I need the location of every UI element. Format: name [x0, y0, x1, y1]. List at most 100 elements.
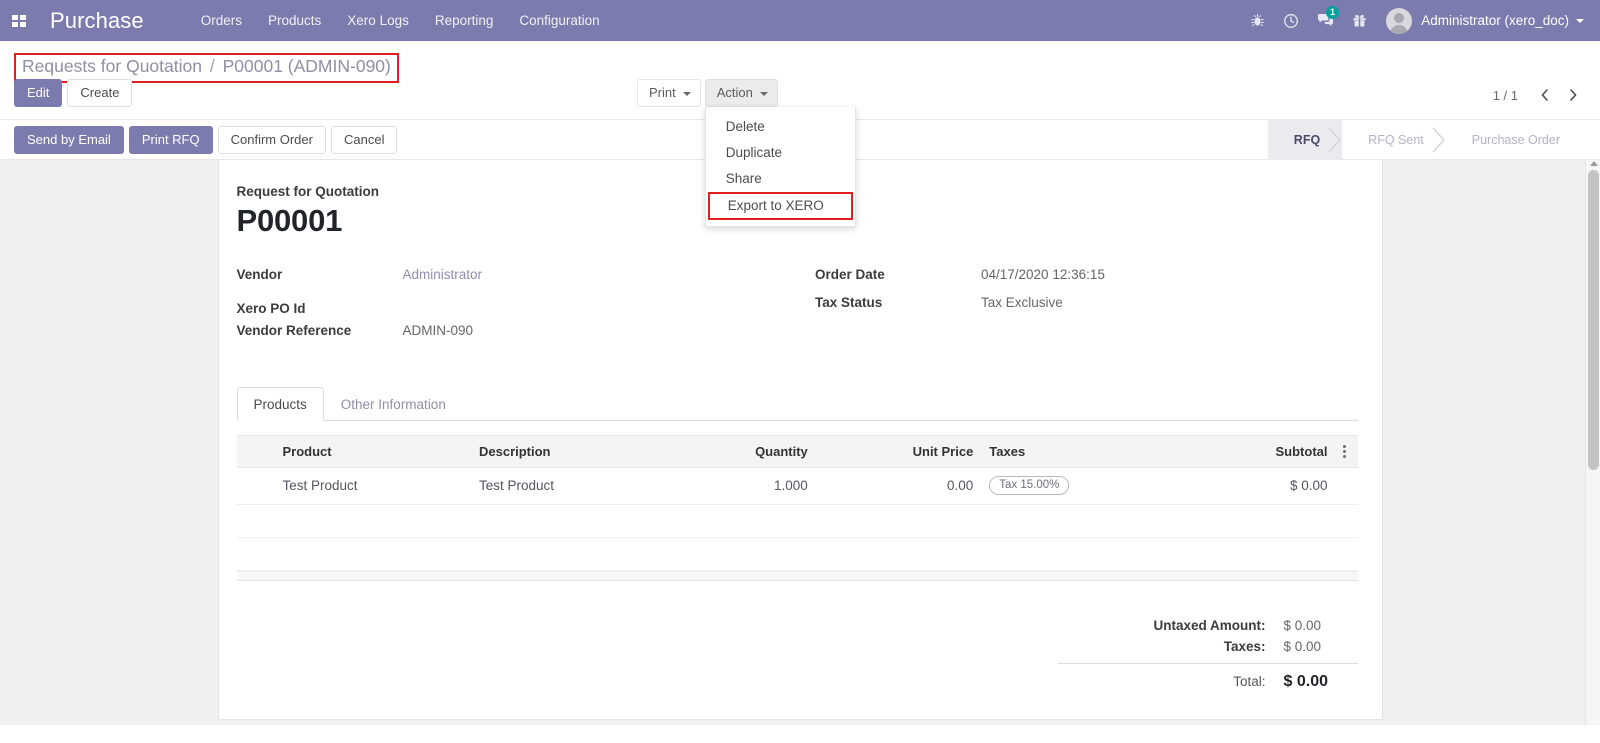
empty-cell: [236, 537, 1358, 571]
navbar-right-tools: 1 Administrator (xero_doc): [1240, 0, 1590, 41]
field-xero-po-id: Xero PO Id: [237, 295, 798, 317]
column-header-taxes[interactable]: Taxes: [981, 435, 1189, 468]
action-dropdown-button[interactable]: Action: [704, 79, 778, 107]
app-brand-purchase[interactable]: Purchase: [50, 8, 144, 34]
statusbar-steps: RFQ RFQ Sent Purchase Order: [1267, 119, 1600, 160]
main-menu: Orders Products Xero Logs Reporting Conf…: [188, 0, 613, 41]
print-action-group: Print Action Delete Duplicate Share Expo…: [637, 79, 856, 227]
print-dropdown-button[interactable]: Print: [637, 79, 701, 107]
totals-label: Untaxed Amount:: [1153, 618, 1266, 633]
menu-item-reporting[interactable]: Reporting: [422, 0, 507, 41]
scroll-up-arrow-icon[interactable]: [1590, 161, 1598, 166]
form-content-area: Request for Quotation P00001 Vendor Admi…: [0, 160, 1600, 725]
status-step-rfq[interactable]: RFQ: [1267, 119, 1343, 160]
totals-row-untaxed-amount: Untaxed Amount: $ 0.00: [1058, 615, 1358, 636]
column-header-quantity[interactable]: Quantity: [667, 435, 816, 468]
notebook-tabs: Products Other Information: [236, 387, 1358, 421]
lines-bottom-band: [236, 571, 1358, 581]
chevron-down-icon: [759, 91, 768, 96]
totals-row-taxes: Taxes: $ 0.00: [1058, 636, 1358, 657]
totals-block: Untaxed Amount: $ 0.00 Taxes: $ 0.00 Tot…: [237, 615, 1358, 694]
optional-columns-toggle[interactable]: [1335, 435, 1358, 468]
send-by-email-button[interactable]: Send by Email: [14, 125, 124, 154]
column-header-unit-price[interactable]: Unit Price: [815, 435, 982, 468]
form-column-right: Order Date 04/17/2020 12:36:15 Tax Statu…: [797, 267, 1358, 351]
edit-button[interactable]: Edit: [14, 79, 63, 107]
pager-next-button[interactable]: [1560, 84, 1586, 106]
debug-bug-icon[interactable]: [1240, 0, 1274, 41]
top-navbar: Purchase Orders Products Xero Logs Repor…: [0, 0, 1600, 41]
breadcrumb-root-link[interactable]: Requests for Quotation: [22, 56, 202, 76]
field-value-tax-status[interactable]: Tax Exclusive: [981, 295, 1063, 310]
print-label: Print: [649, 85, 676, 100]
apps-grid-icon[interactable]: [6, 0, 32, 41]
action-label: Action: [716, 85, 753, 100]
column-header-product[interactable]: Product: [274, 435, 471, 468]
breadcrumb-row: Requests for Quotation / P00001 (ADMIN-0…: [0, 41, 1600, 83]
field-label: Order Date: [815, 267, 885, 282]
field-order-date: Order Date 04/17/2020 12:36:15: [815, 267, 1358, 289]
tab-products[interactable]: Products: [236, 387, 324, 421]
menu-item-xero-logs[interactable]: Xero Logs: [334, 0, 422, 41]
field-value-order-date[interactable]: 04/17/2020 12:36:15: [981, 267, 1105, 282]
chevron-down-icon: [1576, 18, 1584, 23]
action-menu-item-share[interactable]: Share: [706, 166, 855, 192]
cancel-button[interactable]: Cancel: [330, 125, 398, 154]
chevron-down-icon: [682, 91, 691, 96]
scrollbar-thumb[interactable]: [1588, 170, 1599, 470]
pager-value: 1 / 1: [1492, 87, 1518, 103]
tax-badge: Tax 15.00%: [989, 476, 1070, 495]
user-name-label: Administrator (xero_doc): [1421, 13, 1569, 28]
cell-unit-price[interactable]: 0.00: [815, 467, 982, 505]
clock-icon[interactable]: [1274, 0, 1308, 41]
field-value-vendor-reference[interactable]: ADMIN-090: [403, 323, 474, 338]
status-step-rfq-sent[interactable]: RFQ Sent: [1342, 120, 1446, 160]
menu-item-orders[interactable]: Orders: [188, 0, 255, 41]
action-dropdown-wrap: Action Delete Duplicate Share Export to …: [704, 79, 856, 227]
totals-value: $ 0.00: [1283, 673, 1328, 690]
print-rfq-button[interactable]: Print RFQ: [128, 125, 213, 154]
status-step-label: RFQ: [1293, 132, 1321, 147]
user-avatar: [1386, 7, 1413, 34]
table-header-row: Product Description Quantity Unit Price …: [236, 435, 1358, 468]
record-sheet: Request for Quotation P00001 Vendor Admi…: [217, 160, 1383, 720]
user-menu[interactable]: Administrator (xero_doc): [1376, 0, 1590, 41]
cell-taxes[interactable]: Tax 15.00%: [981, 467, 1189, 505]
order-lines-table: Product Description Quantity Unit Price …: [236, 435, 1358, 571]
pager-previous-button[interactable]: [1532, 84, 1558, 106]
action-menu-item-export-to-xero[interactable]: Export to XERO: [707, 192, 853, 220]
gift-icon[interactable]: [1342, 0, 1376, 41]
action-menu-item-delete[interactable]: Delete: [706, 114, 855, 140]
field-vendor: Vendor Administrator: [237, 267, 798, 289]
messages-icon[interactable]: 1: [1308, 0, 1342, 41]
vertical-scrollbar[interactable]: [1585, 160, 1600, 725]
field-value-vendor[interactable]: Administrator: [403, 267, 483, 282]
table-empty-row: [236, 504, 1358, 538]
cell-quantity[interactable]: 1.000: [667, 467, 816, 505]
breadcrumb-separator: /: [209, 56, 215, 76]
table-row[interactable]: Test Product Test Product 1.000 0.00 Tax…: [236, 467, 1358, 505]
statusbar-action-buttons: Send by Email Print RFQ Confirm Order Ca…: [14, 125, 398, 154]
cell-subtotal: $ 0.00: [1188, 467, 1336, 505]
menu-item-configuration[interactable]: Configuration: [506, 0, 612, 41]
column-header-subtotal[interactable]: Subtotal: [1188, 435, 1336, 468]
control-panel-buttons: Edit Create Print Action Delete Duplicat…: [0, 79, 1600, 227]
status-step-label: RFQ Sent: [1368, 132, 1424, 147]
totals-row-total: Total: $ 0.00: [1057, 663, 1358, 694]
row-drag-handle[interactable]: [236, 467, 275, 505]
column-header-description[interactable]: Description: [470, 435, 668, 468]
table-empty-row: [236, 537, 1358, 571]
form-column-left: Vendor Administrator Xero PO Id Vendor R…: [237, 267, 798, 351]
action-menu-item-duplicate[interactable]: Duplicate: [706, 140, 855, 166]
status-step-purchase-order[interactable]: Purchase Order: [1446, 120, 1582, 160]
tab-other-information[interactable]: Other Information: [324, 387, 463, 421]
create-button[interactable]: Create: [67, 79, 133, 107]
chevron-right-icon: [1432, 127, 1445, 152]
confirm-order-button[interactable]: Confirm Order: [217, 125, 326, 154]
cell-product[interactable]: Test Product: [274, 467, 471, 505]
drag-handle-column: [236, 435, 275, 468]
notebook: Products Other Information Product Descr…: [236, 387, 1358, 581]
cell-description[interactable]: Test Product: [470, 467, 668, 505]
messages-badge: 1: [1326, 6, 1340, 19]
menu-item-products[interactable]: Products: [255, 0, 334, 41]
